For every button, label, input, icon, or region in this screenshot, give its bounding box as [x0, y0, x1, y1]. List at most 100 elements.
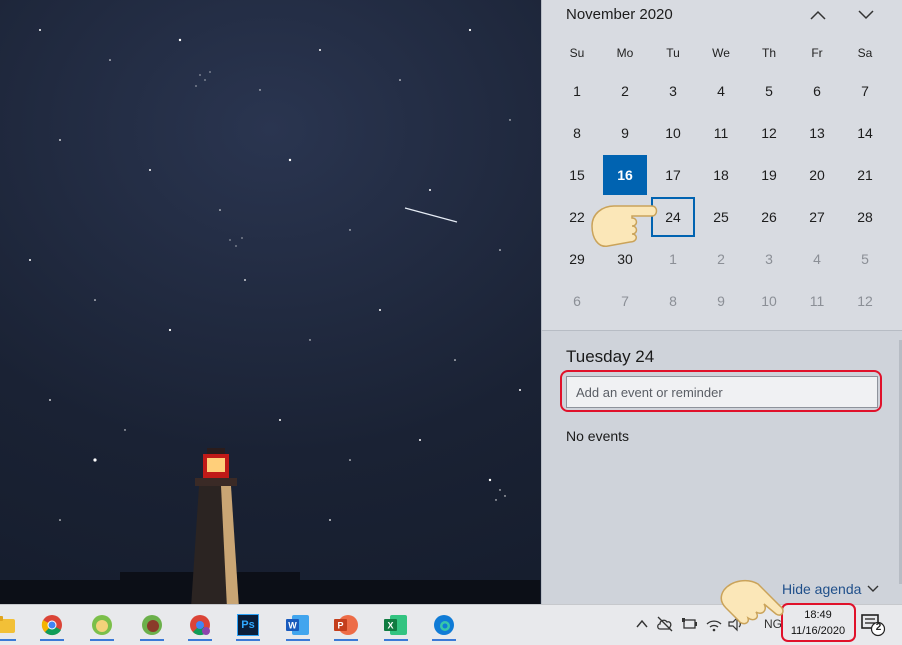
- taskbar-clock[interactable]: 18:49 11/16/2020: [782, 604, 854, 644]
- active-indicator: [432, 639, 456, 641]
- weekday-label: Su: [569, 46, 585, 60]
- calendar-day[interactable]: 14: [843, 113, 887, 153]
- svg-text:W: W: [288, 621, 297, 631]
- clock-date: 11/16/2020: [790, 625, 846, 637]
- previous-month-button[interactable]: [804, 4, 832, 26]
- file-explorer-button[interactable]: [0, 609, 22, 641]
- calendar-day[interactable]: 18: [699, 155, 743, 195]
- calendar-day[interactable]: 12: [747, 113, 791, 153]
- active-indicator: [140, 639, 164, 641]
- chrome-icon: [41, 615, 62, 636]
- calendar-day[interactable]: 2: [603, 71, 647, 111]
- calendar-day[interactable]: 11: [795, 281, 839, 321]
- excel-icon: X: [384, 615, 407, 635]
- powerpoint-icon: P: [334, 615, 358, 635]
- cloud-off-icon[interactable]: [656, 616, 674, 632]
- chrome-profile-button[interactable]: [182, 609, 218, 641]
- calendar-day[interactable]: 8: [651, 281, 695, 321]
- starfield: [0, 28, 540, 604]
- folder-icon: [0, 616, 15, 633]
- weekday-label: Tu: [666, 46, 680, 60]
- svg-text:X: X: [387, 621, 393, 631]
- calendar-day[interactable]: 7: [603, 281, 647, 321]
- next-month-button[interactable]: [852, 4, 880, 26]
- calendar-day[interactable]: 6: [795, 71, 839, 111]
- active-indicator: [286, 639, 310, 641]
- chrome-profile-icon: [190, 615, 210, 636]
- pointing-hand-icon: [720, 579, 784, 625]
- photoshop-button[interactable]: Ps: [230, 609, 266, 641]
- calendar-day[interactable]: 2: [699, 239, 743, 279]
- lighthouse-image: [191, 448, 239, 608]
- add-event-input[interactable]: [566, 376, 878, 408]
- app-avatar-icon: [142, 615, 162, 635]
- calendar-day[interactable]: 28: [843, 197, 887, 237]
- calendar-day[interactable]: 5: [843, 239, 887, 279]
- app-green-button[interactable]: [84, 609, 120, 641]
- calendar-day[interactable]: 15: [555, 155, 599, 195]
- weekday-label: Fr: [811, 46, 823, 60]
- weekday-label: Mo: [616, 46, 634, 60]
- calendar-day[interactable]: 3: [747, 239, 791, 279]
- calendar-day[interactable]: 10: [747, 281, 791, 321]
- chevron-up-icon: [810, 10, 826, 20]
- active-indicator: [90, 639, 114, 641]
- calendar-day[interactable]: 27: [795, 197, 839, 237]
- clock-time: 18:49: [804, 609, 832, 621]
- chevron-up-icon[interactable]: [636, 619, 648, 629]
- word-button[interactable]: W: [280, 609, 316, 641]
- edge-button[interactable]: [426, 609, 462, 641]
- calendar-day[interactable]: 20: [795, 155, 839, 195]
- calendar-day[interactable]: 1: [555, 71, 599, 111]
- month-title[interactable]: November 2020: [566, 6, 673, 23]
- calendar-day[interactable]: 17: [651, 155, 695, 195]
- weekday-label: We: [712, 46, 730, 60]
- calendar-day[interactable]: 11: [699, 113, 743, 153]
- chrome-button[interactable]: [34, 609, 70, 641]
- excel-button[interactable]: X: [378, 609, 414, 641]
- calendar-day[interactable]: 9: [699, 281, 743, 321]
- chevron-down-icon: [858, 10, 874, 20]
- pointing-hand-icon: [591, 205, 658, 247]
- active-indicator: [0, 639, 16, 641]
- battery-icon[interactable]: [682, 616, 698, 632]
- calendar-day[interactable]: 4: [699, 71, 743, 111]
- calendar-day[interactable]: 3: [651, 71, 695, 111]
- active-indicator: [40, 639, 64, 641]
- calendar-section: November 2020 Su Mo Tu We Th Fr Sa 1 2 3 4 5 6 7 8 9 10…: [542, 0, 902, 330]
- word-icon: W: [286, 615, 309, 635]
- active-indicator: [236, 639, 260, 641]
- weekday-label: Sa: [857, 46, 873, 60]
- edge-icon: [434, 615, 454, 635]
- calendar-day[interactable]: 7: [843, 71, 887, 111]
- calendar-day[interactable]: 8: [555, 113, 599, 153]
- app-avatar-button[interactable]: [134, 609, 170, 641]
- active-indicator: [188, 639, 212, 641]
- calendar-day[interactable]: 26: [747, 197, 791, 237]
- calendar-day[interactable]: 5: [747, 71, 791, 111]
- active-indicator: [334, 639, 358, 641]
- calendar-day[interactable]: 16: [603, 155, 647, 195]
- photoshop-label: Ps: [241, 619, 255, 631]
- calendar-day[interactable]: 10: [651, 113, 695, 153]
- divider: [542, 330, 902, 331]
- calendar-day[interactable]: 13: [795, 113, 839, 153]
- calendar-day[interactable]: 6: [555, 281, 599, 321]
- calendar-day[interactable]: 25: [699, 197, 743, 237]
- calendar-flyout: November 2020 Su Mo Tu We Th Fr Sa 1 2 3 4 5 6 7 8 9 10…: [541, 0, 902, 604]
- weekday-label: Th: [761, 46, 776, 60]
- action-center-button[interactable]: 2: [860, 613, 886, 637]
- hide-agenda-label: Hide agenda: [782, 581, 862, 597]
- no-events-text: No events: [566, 428, 630, 444]
- app-green-icon: [92, 615, 112, 635]
- calendar-day[interactable]: 12: [843, 281, 887, 321]
- notification-count: 2: [875, 622, 882, 633]
- agenda-date-label: Tuesday 24: [566, 347, 655, 366]
- calendar-day[interactable]: 4: [795, 239, 839, 279]
- photoshop-icon: Ps: [237, 614, 259, 636]
- powerpoint-button[interactable]: P: [328, 609, 364, 641]
- calendar-day[interactable]: 19: [747, 155, 791, 195]
- hide-agenda-button[interactable]: Hide agenda: [782, 581, 879, 597]
- calendar-day[interactable]: 21: [843, 155, 887, 195]
- calendar-day[interactable]: 9: [603, 113, 647, 153]
